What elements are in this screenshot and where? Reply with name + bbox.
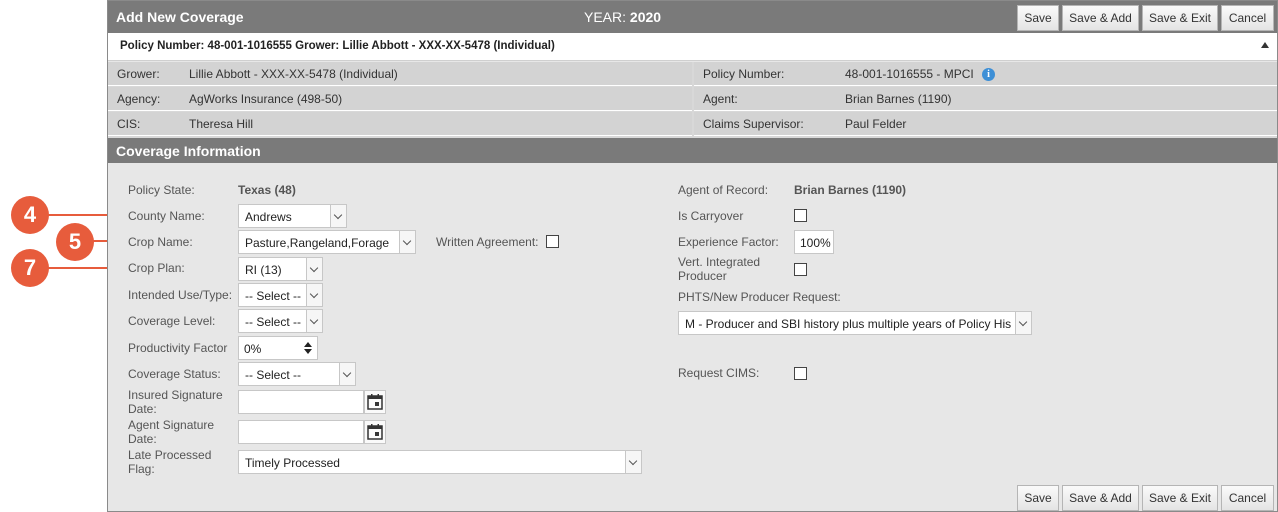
chevron-down-icon bbox=[399, 231, 415, 253]
intended-use-select[interactable]: -- Select -- bbox=[238, 283, 323, 307]
page-title: Add New Coverage bbox=[116, 9, 244, 25]
callout-marker-4: 4 bbox=[11, 196, 49, 234]
info-row-cis: CIS: Theresa Hill bbox=[108, 112, 692, 136]
chevron-down-icon bbox=[330, 205, 346, 227]
save-add-button[interactable]: Save & Add bbox=[1062, 5, 1139, 31]
intended-use-value: -- Select -- bbox=[245, 289, 302, 303]
crop-plan-label: Crop Plan: bbox=[128, 261, 185, 275]
productivity-factor-value: 0% bbox=[244, 342, 262, 356]
request-cims-label: Request CIMS: bbox=[678, 366, 760, 380]
experience-factor-label: Experience Factor: bbox=[678, 235, 779, 249]
agent-label: Agent: bbox=[703, 92, 738, 106]
callout-marker-7: 7 bbox=[11, 249, 49, 287]
cis-value: Theresa Hill bbox=[189, 117, 254, 131]
agent-value: Brian Barnes (1190) bbox=[845, 92, 952, 106]
spinner-arrows-icon[interactable] bbox=[298, 336, 318, 360]
crop-plan-value: RI (13) bbox=[245, 263, 282, 277]
written-agreement-label: Written Agreement: bbox=[436, 235, 539, 249]
info-row-agency: Agency: AgWorks Insurance (498-50) bbox=[108, 87, 692, 111]
chevron-down-icon bbox=[1015, 312, 1031, 334]
is-carryover-checkbox[interactable] bbox=[794, 209, 807, 222]
chevron-down-icon bbox=[306, 284, 322, 306]
intended-use-label: Intended Use/Type: bbox=[128, 288, 233, 302]
policy-state-label: Policy State: bbox=[128, 183, 195, 197]
cis-label: CIS: bbox=[117, 117, 141, 131]
agency-value: AgWorks Insurance (498-50) bbox=[189, 92, 343, 106]
insured-signature-label: Insured Signature Date: bbox=[128, 388, 223, 416]
coverage-status-value: -- Select -- bbox=[245, 368, 302, 382]
callout-marker-5: 5 bbox=[56, 223, 94, 261]
agent-signature-label: Agent Signature Date: bbox=[128, 418, 215, 446]
info-icon[interactable]: i bbox=[982, 68, 995, 81]
productivity-factor-label: Productivity Factor bbox=[128, 341, 228, 355]
policy-summary-text: Policy Number: 48-001-1016555 Grower: Li… bbox=[120, 40, 555, 52]
insured-signature-date-input[interactable] bbox=[238, 390, 364, 414]
agent-of-record-label: Agent of Record: bbox=[678, 183, 769, 197]
add-coverage-panel: Add New Coverage YEAR: 2020 Save Save & … bbox=[107, 0, 1278, 512]
crop-plan-select[interactable]: RI (13) bbox=[238, 257, 323, 281]
policy-number-value: 48-001-1016555 - MPCI bbox=[845, 67, 974, 81]
policy-number-label: Policy Number: bbox=[703, 67, 785, 81]
written-agreement-checkbox[interactable] bbox=[546, 235, 559, 248]
coverage-section-header: Coverage Information bbox=[108, 138, 1277, 163]
county-name-label: County Name: bbox=[128, 209, 205, 223]
save-button-bottom[interactable]: Save bbox=[1017, 485, 1059, 511]
info-row-grower: Grower: Lillie Abbott - XXX-XX-5478 (Ind… bbox=[108, 62, 692, 86]
chevron-down-icon bbox=[306, 310, 322, 332]
grower-value: Lillie Abbott - XXX-XX-5478 (Individual) bbox=[189, 67, 398, 81]
policy-state-value: Texas (48) bbox=[238, 183, 296, 197]
crop-name-value: Pasture,Rangeland,Forage bbox=[245, 236, 390, 250]
experience-factor-value: 100% bbox=[800, 236, 831, 250]
insured-calendar-button[interactable] bbox=[364, 390, 386, 414]
coverage-status-select[interactable]: -- Select -- bbox=[238, 362, 356, 386]
info-row-claims: Claims Supervisor: Paul Felder bbox=[694, 112, 1277, 136]
is-carryover-label: Is Carryover bbox=[678, 209, 744, 223]
save-add-button-bottom[interactable]: Save & Add bbox=[1062, 485, 1139, 511]
policy-summary-bar[interactable]: Policy Number: 48-001-1016555 Grower: Li… bbox=[108, 33, 1277, 61]
chevron-down-icon bbox=[625, 451, 641, 473]
claims-supervisor-label: Claims Supervisor: bbox=[703, 117, 804, 131]
late-processed-select[interactable]: Timely Processed bbox=[238, 450, 642, 474]
request-cims-checkbox[interactable] bbox=[794, 367, 807, 380]
vert-integrated-label: Vert. Integrated Producer bbox=[678, 255, 761, 283]
info-row-agent: Agent: Brian Barnes (1190) bbox=[694, 87, 1277, 111]
coverage-level-label: Coverage Level: bbox=[128, 314, 216, 328]
info-row-policy-number: Policy Number: 48-001-1016555 - MPCI i bbox=[694, 62, 1277, 86]
late-processed-label: Late Processed Flag: bbox=[128, 448, 212, 476]
collapse-triangle-icon[interactable] bbox=[1261, 42, 1269, 48]
phts-request-label: PHTS/New Producer Request: bbox=[678, 290, 841, 304]
chevron-down-icon bbox=[306, 258, 322, 280]
coverage-level-value: -- Select -- bbox=[245, 315, 302, 329]
save-exit-button[interactable]: Save & Exit bbox=[1142, 5, 1218, 31]
coverage-status-label: Coverage Status: bbox=[128, 367, 221, 381]
coverage-section-title: Coverage Information bbox=[116, 143, 261, 159]
grower-label: Grower: bbox=[117, 67, 160, 81]
claims-supervisor-value: Paul Felder bbox=[845, 117, 907, 131]
agent-of-record-value: Brian Barnes (1190) bbox=[794, 183, 907, 197]
title-bar: Add New Coverage YEAR: 2020 Save Save & … bbox=[108, 1, 1277, 33]
crop-name-select[interactable]: Pasture,Rangeland,Forage bbox=[238, 230, 416, 254]
experience-factor-input[interactable]: 100% bbox=[794, 230, 834, 254]
county-name-select[interactable]: Andrews bbox=[238, 204, 347, 228]
policy-info-grid: Grower: Lillie Abbott - XXX-XX-5478 (Ind… bbox=[108, 62, 1277, 138]
save-exit-button-bottom[interactable]: Save & Exit bbox=[1142, 485, 1218, 511]
agency-label: Agency: bbox=[117, 92, 161, 106]
crop-name-label: Crop Name: bbox=[128, 235, 193, 249]
calendar-icon bbox=[367, 394, 383, 410]
year-display: YEAR: 2020 bbox=[584, 9, 662, 25]
coverage-level-select[interactable]: -- Select -- bbox=[238, 309, 323, 333]
late-processed-value: Timely Processed bbox=[245, 456, 340, 470]
calendar-icon bbox=[367, 424, 383, 440]
county-name-value: Andrews bbox=[245, 210, 292, 224]
phts-request-value: M - Producer and SBI history plus multip… bbox=[685, 317, 1012, 331]
agent-calendar-button[interactable] bbox=[364, 420, 386, 444]
agent-signature-date-input[interactable] bbox=[238, 420, 364, 444]
phts-request-select[interactable]: M - Producer and SBI history plus multip… bbox=[678, 311, 1032, 335]
save-button[interactable]: Save bbox=[1017, 5, 1059, 31]
cancel-button-bottom[interactable]: Cancel bbox=[1221, 485, 1274, 511]
vert-integrated-checkbox[interactable] bbox=[794, 263, 807, 276]
chevron-down-icon bbox=[339, 363, 355, 385]
cancel-button[interactable]: Cancel bbox=[1221, 5, 1274, 31]
